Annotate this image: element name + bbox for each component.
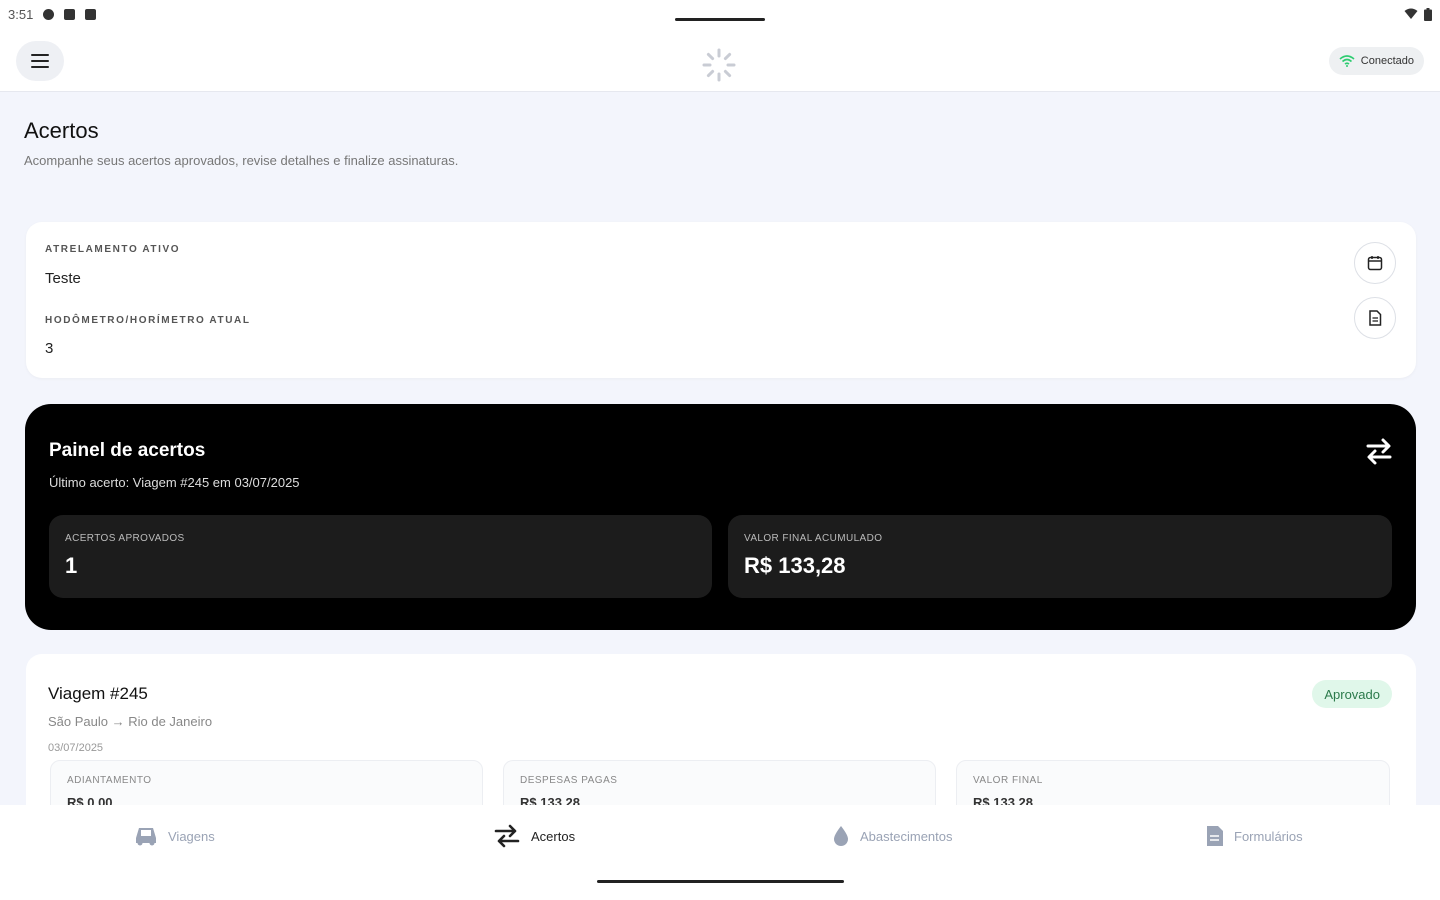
approved-settlements-box: ACERTOS APROVADOS 1 — [49, 515, 712, 598]
panel-subtitle: Último acerto: Viagem #245 em 03/07/2025 — [49, 475, 300, 490]
page-subtitle: Acompanhe seus acertos aprovados, revise… — [24, 153, 459, 168]
trip-final-label: VALOR FINAL — [973, 775, 1043, 786]
main-content[interactable]: Acertos Acompanhe seus acertos aprovados… — [0, 92, 1440, 805]
document-icon — [1369, 310, 1382, 326]
advance-value: R$ 0,00 — [67, 795, 113, 805]
trip-title: Viagem #245 — [48, 684, 148, 703]
truck-icon — [136, 828, 156, 846]
expenses-box: DESPESAS PAGAS R$ 133,28 — [503, 760, 936, 805]
expenses-value: R$ 133,28 — [520, 795, 580, 805]
coupling-label: ATRELAMENTO ATIVO — [45, 244, 181, 255]
nav-item-acertos[interactable]: Acertos — [493, 819, 575, 853]
trip-final-value: R$ 133,28 — [973, 795, 1033, 805]
final-value-label: VALOR FINAL ACUMULADO — [744, 533, 883, 544]
connection-label: Conectado — [1360, 54, 1414, 67]
approved-label: ACERTOS APROVADOS — [65, 533, 185, 544]
swap-icon[interactable] — [1364, 436, 1394, 466]
calendar-icon — [1367, 256, 1383, 271]
hamburger-menu-icon — [31, 53, 49, 68]
status-time: 3:51 — [8, 6, 34, 22]
vehicle-info-card: ATRELAMENTO ATIVO Teste HODÔMETRO/HORÍME… — [26, 222, 1416, 378]
final-value-box: VALOR FINAL ACUMULADO R$ 133,28 — [728, 515, 1392, 598]
connection-status-badge: Conectado — [1328, 46, 1424, 75]
trip-route: São Paulo → Rio de Janeiro — [48, 714, 213, 729]
nav-label-abastecimentos: Abastecimentos — [860, 828, 953, 844]
nav-item-viagens[interactable]: Viagens — [134, 819, 215, 853]
advance-box: ADIANTAMENTO R$ 0,00 — [50, 760, 483, 805]
lock-status-icon — [85, 8, 97, 20]
nav-label-acertos: Acertos — [531, 828, 576, 844]
panel-title: Painel de acertos — [49, 440, 206, 461]
document-icon — [1207, 826, 1223, 846]
wifi-status-icon — [1404, 8, 1418, 19]
home-indicator[interactable] — [597, 880, 844, 883]
app-top-bar: Conectado — [0, 30, 1440, 92]
document-button[interactable] — [1354, 297, 1396, 339]
swap-icon — [494, 824, 520, 848]
trip-final-box: VALOR FINAL R$ 133,28 — [956, 760, 1390, 805]
odometer-label: HODÔMETRO/HORÍMETRO ATUAL — [45, 315, 251, 326]
battery-status-icon — [1424, 7, 1432, 21]
nav-item-abastecimentos[interactable]: Abastecimentos — [832, 819, 953, 853]
trip-card[interactable]: Viagem #245 São Paulo → Rio de Janeiro 0… — [26, 654, 1416, 805]
drop-icon — [834, 826, 848, 846]
approved-value: 1 — [65, 553, 78, 578]
calendar-button[interactable] — [1354, 242, 1396, 284]
wifi-icon — [1339, 54, 1355, 67]
final-value-amount: R$ 133,28 — [744, 553, 846, 578]
expenses-label: DESPESAS PAGAS — [520, 775, 618, 786]
system-status-bar: 3:51 — [0, 0, 1440, 28]
coupling-value: Teste — [45, 270, 81, 287]
nav-item-formularios[interactable]: Formulários — [1206, 819, 1303, 853]
menu-button[interactable] — [16, 40, 64, 81]
odometer-value: 3 — [45, 340, 54, 357]
page-title: Acertos — [24, 118, 99, 143]
advance-label: ADIANTAMENTO — [67, 775, 152, 786]
trip-date: 03/07/2025 — [48, 742, 104, 754]
bottom-navigation: Viagens Acertos Abastecimentos Formulári… — [0, 805, 1440, 900]
shield-status-icon — [43, 8, 55, 20]
camera-notch — [675, 18, 765, 21]
app-logo-icon — [702, 48, 736, 82]
notification-status-icon — [64, 8, 76, 20]
nav-label-formularios: Formulários — [1234, 828, 1303, 844]
settlements-panel: Painel de acertos Último acerto: Viagem … — [25, 404, 1416, 630]
nav-label-viagens: Viagens — [168, 828, 215, 844]
status-badge: Aprovado — [1312, 680, 1392, 708]
